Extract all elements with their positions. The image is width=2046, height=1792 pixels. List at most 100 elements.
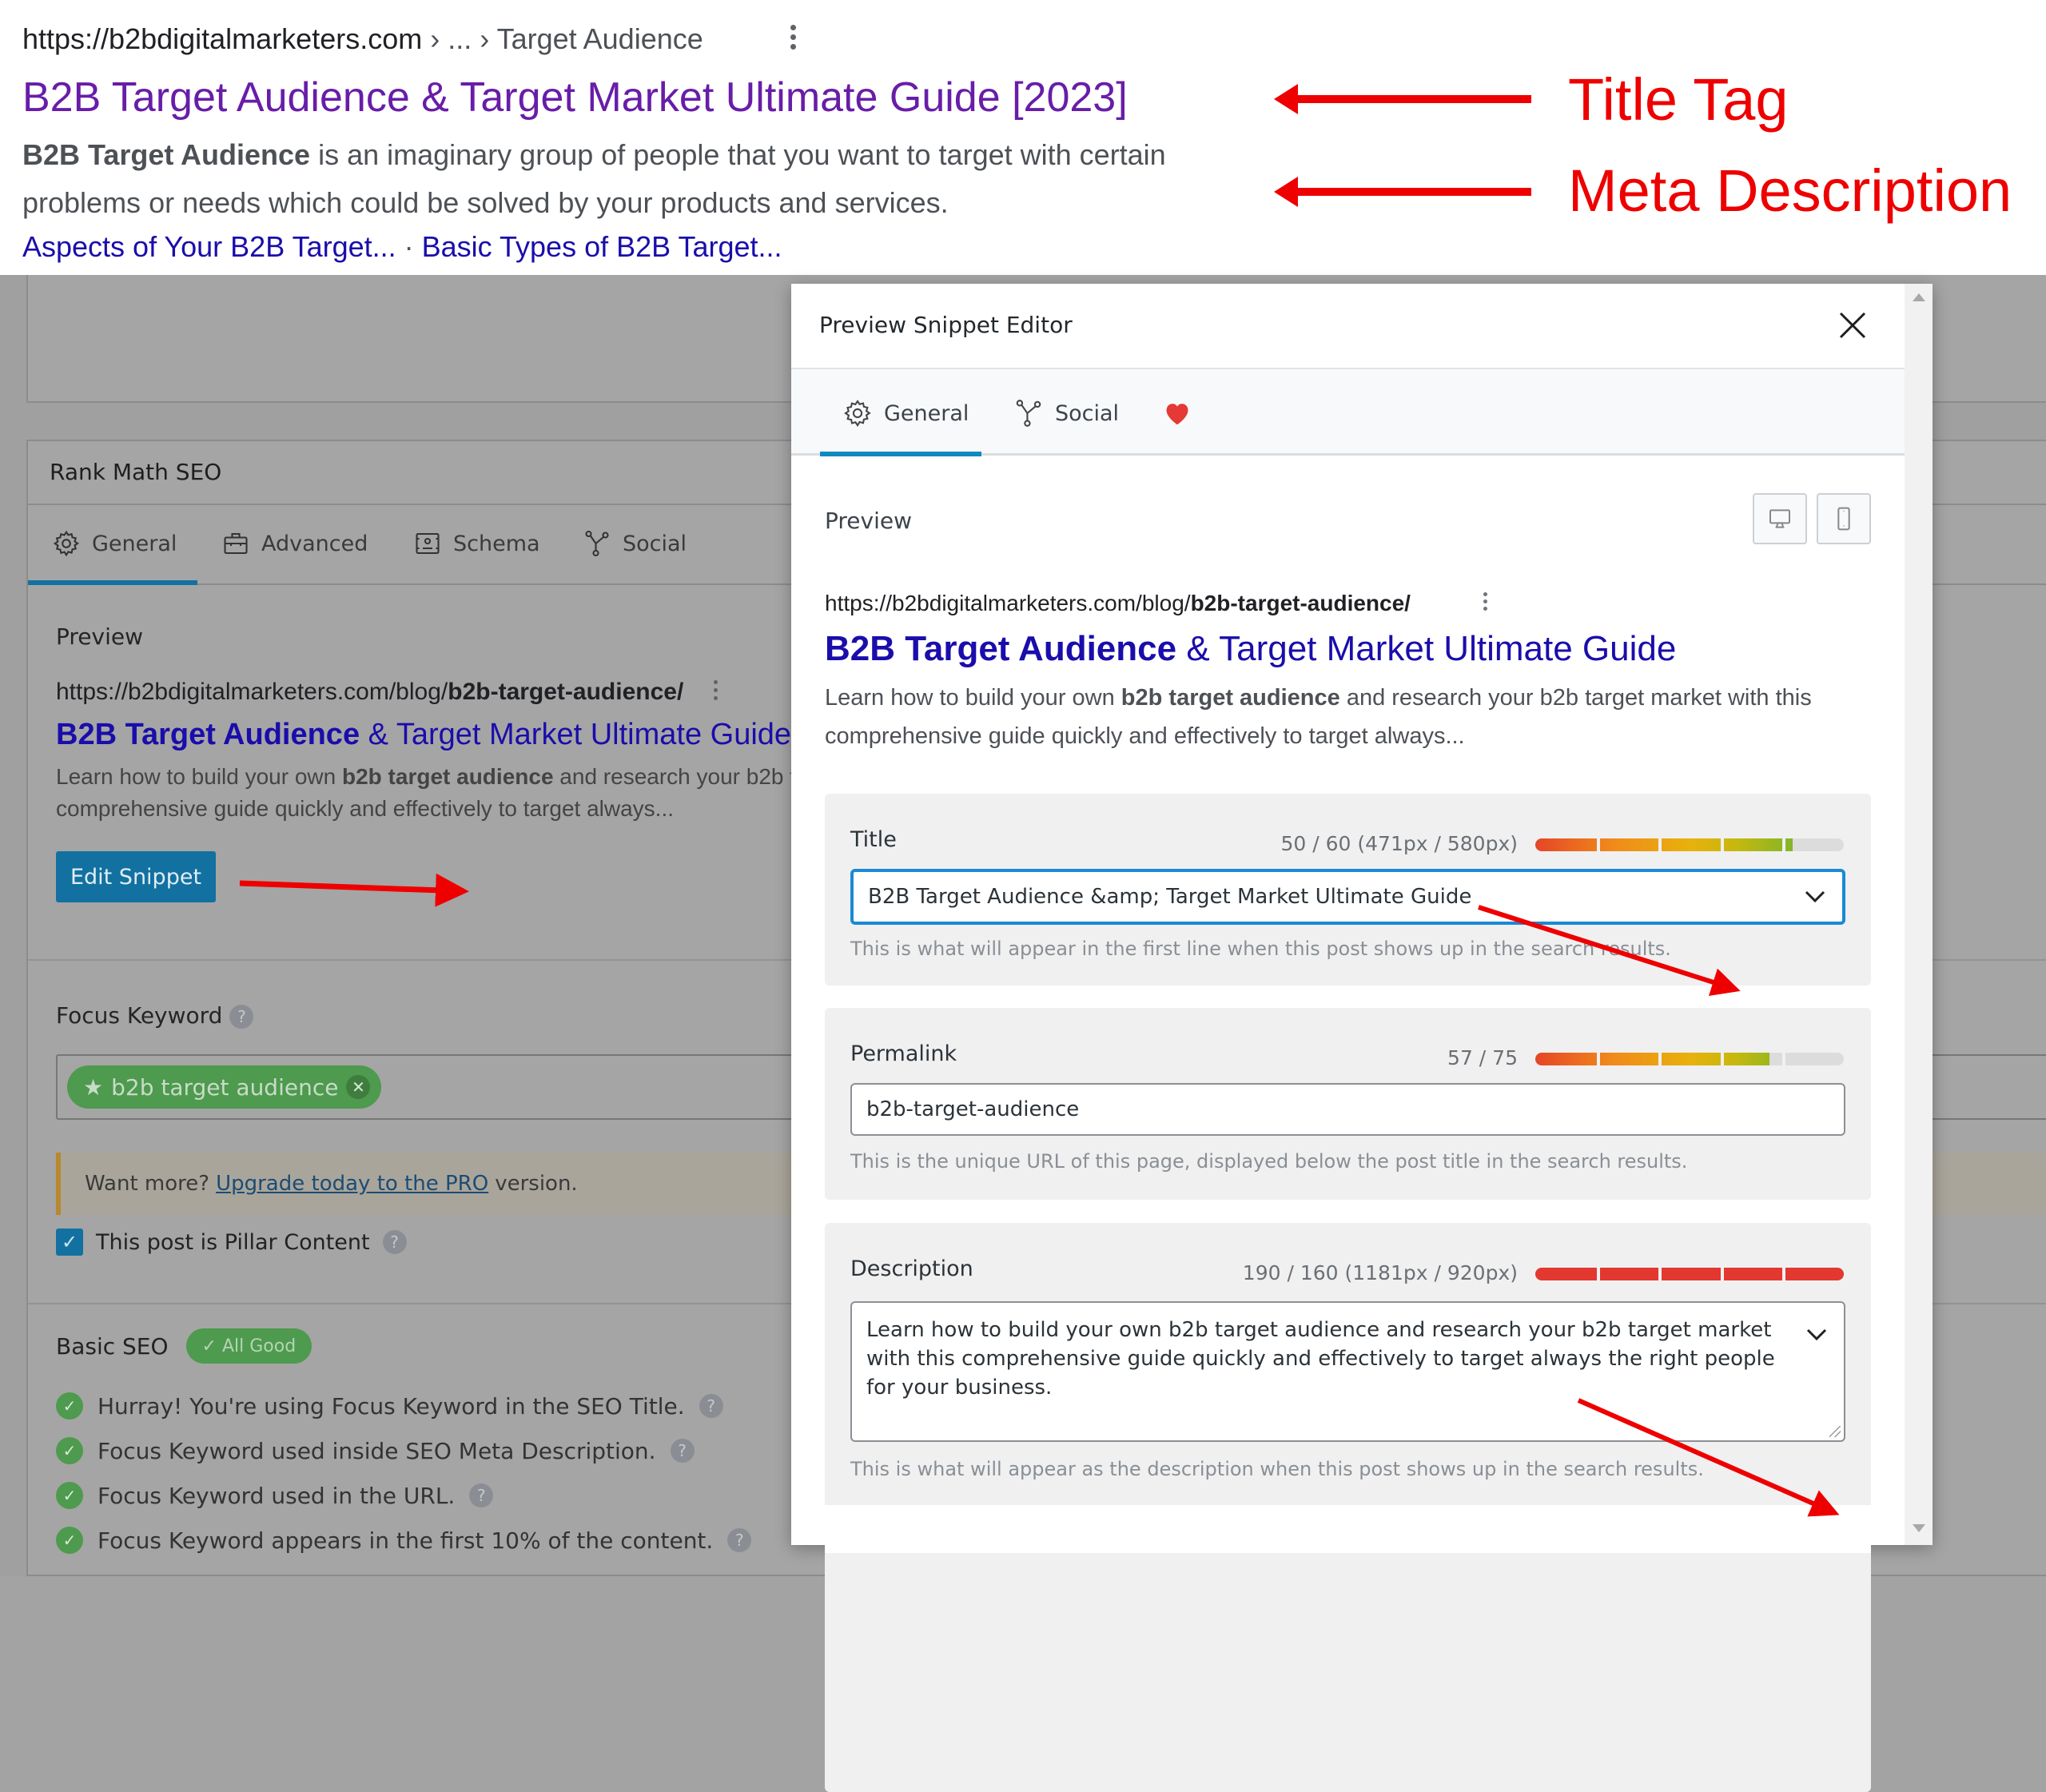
mobile-icon	[1837, 507, 1850, 531]
tab-label: General	[92, 531, 177, 556]
pillar-content-checkbox[interactable]: ✓	[56, 1229, 83, 1256]
meter-segment-divider	[1781, 1268, 1785, 1280]
meter-segment-divider	[1781, 1053, 1785, 1065]
scroll-up-icon[interactable]	[1913, 293, 1925, 301]
star-icon: ★	[83, 1073, 104, 1101]
permalink-input[interactable]: b2b-target-audience	[850, 1083, 1845, 1136]
chevron-down-icon[interactable]	[1804, 889, 1826, 905]
help-icon[interactable]: ?	[382, 1230, 407, 1254]
scroll-down-icon[interactable]	[1913, 1524, 1925, 1532]
share-nodes-icon	[1016, 400, 1041, 427]
preview-title-bold: B2B Target Audience	[56, 718, 360, 751]
title-value: B2B Target Audience &amp; Target Market …	[868, 885, 1472, 909]
permalink-length-meter	[1535, 1053, 1844, 1065]
tab-general[interactable]: General	[842, 398, 969, 428]
meter-segment-divider	[1720, 1053, 1724, 1065]
check-text: Focus Keyword used inside SEO Meta Descr…	[98, 1437, 656, 1464]
desc-text: Learn how to build your own	[825, 685, 1121, 711]
gear-icon	[53, 530, 79, 557]
tab-general[interactable]: General	[52, 529, 177, 558]
tab-social[interactable]: Social	[583, 529, 687, 558]
meter-segment-divider	[1658, 1268, 1662, 1280]
check-circle-icon: ✓	[56, 1392, 83, 1420]
edit-snippet-button[interactable]: Edit Snippet	[56, 851, 216, 902]
more-options-icon[interactable]	[786, 22, 799, 54]
tab-advanced[interactable]: Advanced	[221, 529, 368, 558]
more-options-icon	[1480, 590, 1490, 617]
mobile-preview-button[interactable]	[1817, 493, 1871, 544]
gear-icon	[844, 400, 871, 427]
help-icon[interactable]: ?	[469, 1483, 494, 1507]
modal-header: Preview Snippet Editor	[791, 284, 1905, 369]
check-text: Focus Keyword appears in the first 10% o…	[98, 1527, 714, 1554]
description-textarea[interactable]: Learn how to build your own b2b target a…	[850, 1301, 1845, 1442]
help-icon[interactable]: ?	[670, 1439, 695, 1463]
close-button[interactable]	[1830, 303, 1875, 348]
google-serp-result: https://b2bdigitalmarketers.com › ... › …	[0, 0, 2046, 275]
annotation-meta-description: Meta Description	[1568, 157, 2012, 224]
meter-segment-divider	[1720, 1268, 1724, 1280]
url-base: https://b2bdigitalmarketers.com/blog/	[825, 591, 1191, 615]
meter-segment-divider	[1781, 838, 1785, 851]
serp-sitelinks: Aspects of Your B2B Target... · Basic Type…	[22, 230, 782, 264]
basic-seo-header[interactable]: Basic SEO ✓ All Good	[56, 1328, 312, 1364]
preview-title: B2B Target Audience & Target Market Ulti…	[825, 629, 1676, 669]
serp-breadcrumb[interactable]: https://b2bdigitalmarketers.com › ... › …	[22, 22, 703, 56]
title-input[interactable]: B2B Target Audience &amp; Target Market …	[850, 869, 1845, 925]
remove-keyword-icon[interactable]: ✕	[346, 1075, 371, 1099]
help-icon[interactable]: ?	[229, 1005, 254, 1029]
desc-text: Learn how to build your own	[56, 764, 342, 789]
rank-math-title: Rank Math SEO	[50, 459, 222, 485]
check-circle-icon: ✓	[56, 1482, 83, 1509]
tab-label: Social	[623, 531, 687, 556]
sitelink[interactable]: Aspects of Your B2B Target...	[22, 230, 396, 263]
modal-scrollbar[interactable]	[1905, 284, 1933, 1545]
description-length-meter	[1535, 1268, 1844, 1280]
tab-heart[interactable]	[1162, 398, 1192, 428]
preview-title-rest: & Target Market Ultimate Guide	[1176, 629, 1677, 668]
heart-icon	[1166, 404, 1188, 425]
label-text: Focus Keyword	[56, 1002, 223, 1029]
serp-desc-bold: B2B Target Audience	[22, 138, 311, 171]
check-circle-icon: ✓	[56, 1437, 83, 1464]
check-text: Focus Keyword used in the URL.	[98, 1482, 456, 1509]
sitelink-separator: ·	[404, 230, 414, 263]
url-slug: b2b-target-audience/	[448, 679, 684, 705]
preview-title-rest: & Target Market Ultimate Guide	[360, 718, 792, 751]
desc-bold: b2b target audience	[342, 764, 554, 789]
sitelink[interactable]: Basic Types of B2B Target...	[422, 230, 782, 263]
seo-check-item: ✓ Focus Keyword used inside SEO Meta Desc…	[56, 1437, 695, 1464]
help-icon[interactable]: ?	[727, 1528, 752, 1552]
annotation-title-tag: Title Tag	[1568, 66, 1789, 133]
share-nodes-icon	[585, 530, 609, 557]
preview-description: Learn how to build your own b2b target a…	[56, 761, 823, 825]
desktop-preview-button[interactable]	[1753, 493, 1807, 544]
toolbox-icon	[224, 532, 248, 555]
notice-text: version.	[495, 1172, 578, 1196]
upgrade-link[interactable]: Upgrade today to the PRO	[216, 1172, 488, 1196]
permalink-field-group: Permalink 57 / 75 b2b-target-audience Th…	[825, 1008, 1871, 1200]
pillar-content-option: ✓ This post is Pillar Content ?	[56, 1229, 407, 1256]
serp-title-link[interactable]: B2B Target Audience & Target Market Ulti…	[22, 74, 1128, 121]
preview-snippet-editor-modal: Preview Snippet Editor General Social Pr…	[791, 284, 1933, 1792]
url-base: https://b2bdigitalmarketers.com/blog/	[56, 679, 448, 705]
active-tab-indicator	[820, 452, 981, 456]
keyword-chip[interactable]: ★ b2b target audience ✕	[67, 1065, 382, 1109]
desc-text: comprehensive guide quickly and effectiv…	[56, 796, 675, 821]
help-icon[interactable]: ?	[699, 1394, 723, 1418]
schema-icon	[416, 532, 440, 555]
meter-fill	[1535, 838, 1793, 851]
tab-schema[interactable]: Schema	[413, 529, 540, 558]
meter-segment-divider	[1658, 838, 1662, 851]
seo-check-item: ✓ Hurray! You're using Focus Keyword in t…	[56, 1392, 723, 1420]
meter-fill	[1535, 1268, 1844, 1280]
chevron-down-icon[interactable]	[1805, 1327, 1828, 1343]
title-label: Title	[850, 827, 897, 852]
tab-social[interactable]: Social	[1013, 398, 1119, 428]
tab-label: Social	[1055, 400, 1120, 426]
permalink-help-text: This is the unique URL of this page, dis…	[850, 1150, 1688, 1173]
resize-handle-icon[interactable]	[1829, 1426, 1841, 1437]
seo-check-item: ✓ Focus Keyword used in the URL.?	[56, 1482, 494, 1509]
preview-title-bold: B2B Target Audience	[825, 629, 1177, 668]
meter-fill	[1535, 1053, 1770, 1065]
